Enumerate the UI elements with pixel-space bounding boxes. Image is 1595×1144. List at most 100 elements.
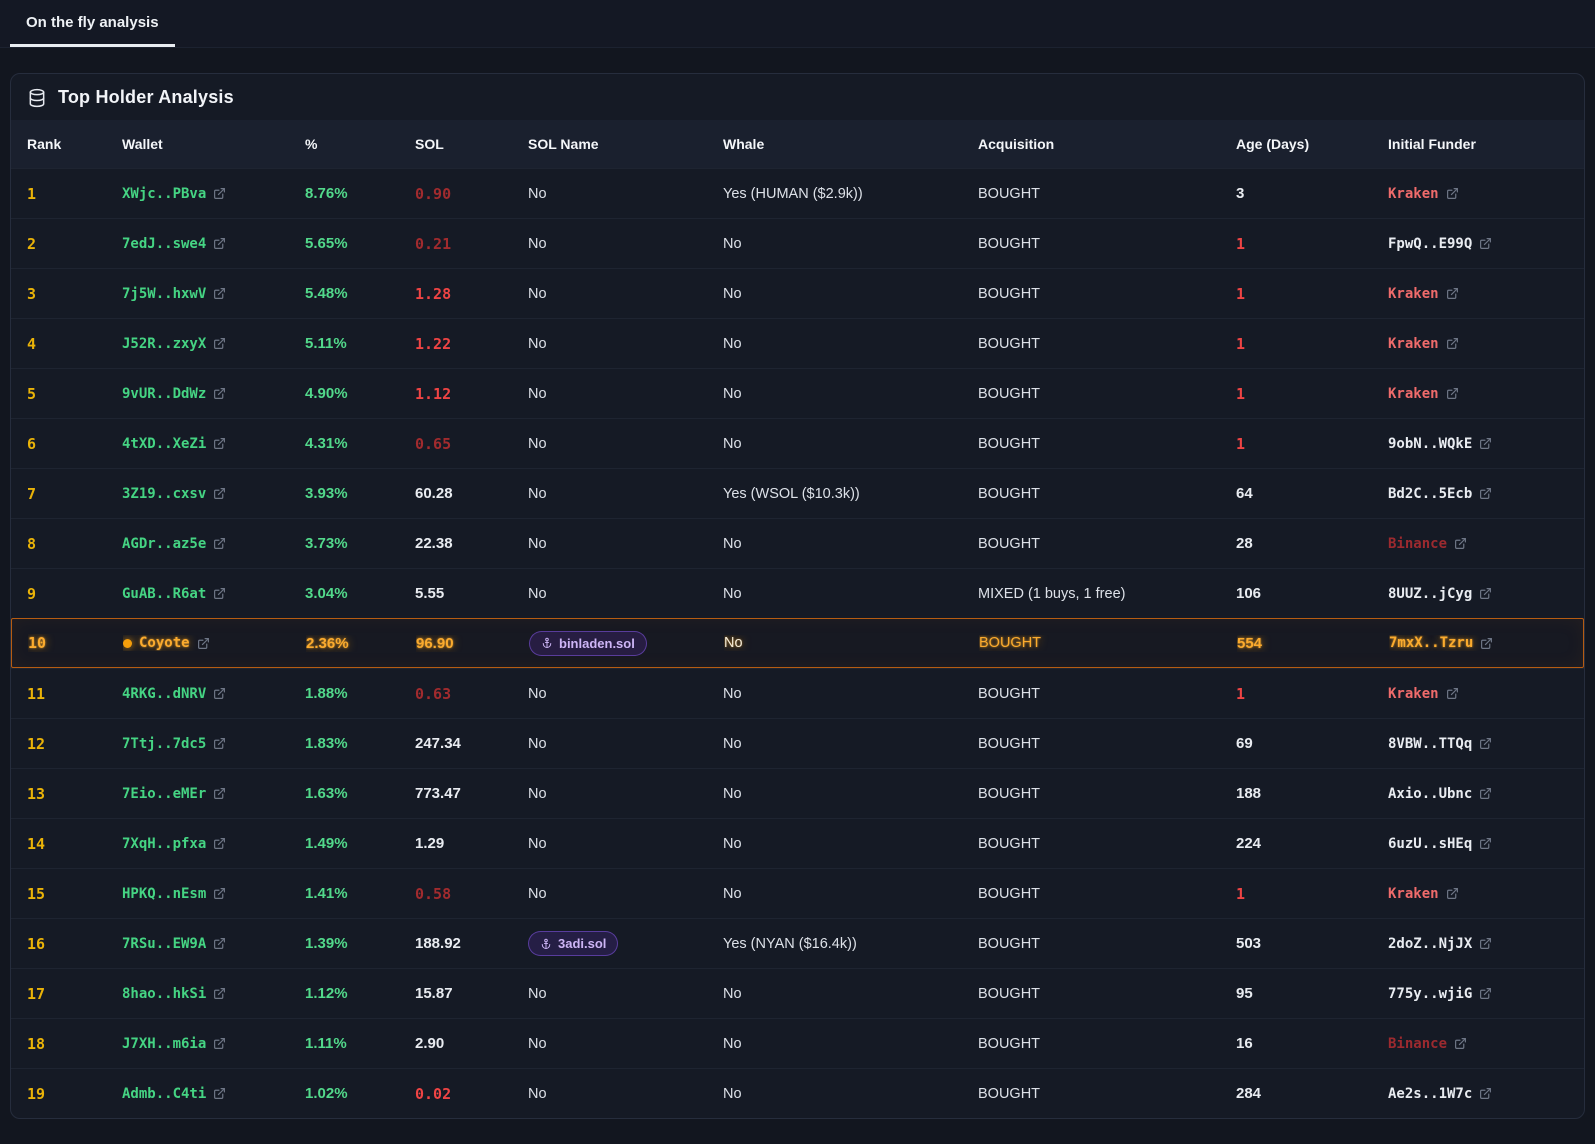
external-link-icon[interactable] [1479, 787, 1492, 800]
initial-funder-link[interactable]: Kraken [1388, 336, 1568, 352]
external-link-icon[interactable] [213, 937, 226, 950]
table-row[interactable]: 18 J7XH..m6ia 1.11% 2.90 No No BOUGHT 16… [11, 1018, 1584, 1068]
wallet-link[interactable]: 7j5W..hxwV [122, 286, 305, 302]
table-row[interactable]: 9 GuAB..R6at 3.04% 5.55 No No MIXED (1 b… [11, 568, 1584, 618]
table-row[interactable]: 14 7XqH..pfxa 1.49% 1.29 No No BOUGHT 22… [11, 818, 1584, 868]
whale-cell: No [723, 536, 978, 552]
table-row[interactable]: 19 Admb..C4ti 1.02% 0.02 No No BOUGHT 28… [11, 1068, 1584, 1118]
table-row[interactable]: 10 Coyote 2.36% 96.90 binladen.sol [11, 618, 1584, 668]
wallet-link[interactable]: Admb..C4ti [122, 1086, 305, 1102]
external-link-icon[interactable] [1479, 487, 1492, 500]
external-link-icon[interactable] [197, 637, 210, 650]
external-link-icon[interactable] [213, 787, 226, 800]
wallet-link[interactable]: AGDr..az5e [122, 536, 305, 552]
table-row[interactable]: 2 7edJ..swe4 5.65% 0.21 No No BOUGHT 1 F… [11, 218, 1584, 268]
wallet-link[interactable]: GuAB..R6at [122, 586, 305, 602]
initial-funder-link[interactable]: Kraken [1388, 686, 1568, 702]
external-link-icon[interactable] [1446, 287, 1459, 300]
wallet-link[interactable]: 4tXD..XeZi [122, 436, 305, 452]
external-link-icon[interactable] [1446, 187, 1459, 200]
external-link-icon[interactable] [1480, 637, 1493, 650]
initial-funder-link[interactable]: Ae2s..1W7c [1388, 1086, 1568, 1102]
external-link-icon[interactable] [213, 837, 226, 850]
external-link-icon[interactable] [213, 887, 226, 900]
table-row[interactable]: 3 7j5W..hxwV 5.48% 1.28 No No BOUGHT 1 K… [11, 268, 1584, 318]
external-link-icon[interactable] [1479, 237, 1492, 250]
wallet-link[interactable]: J52R..zxyX [122, 336, 305, 352]
external-link-icon[interactable] [1446, 337, 1459, 350]
wallet-link[interactable]: 3Z19..cxsv [122, 486, 305, 502]
external-link-icon[interactable] [213, 537, 226, 550]
external-link-icon[interactable] [213, 437, 226, 450]
external-link-icon[interactable] [1479, 437, 1492, 450]
initial-funder-link[interactable]: 8UUZ..jCyg [1388, 586, 1568, 602]
table-row[interactable]: 8 AGDr..az5e 3.73% 22.38 No No BOUGHT 28… [11, 518, 1584, 568]
external-link-icon[interactable] [213, 1037, 226, 1050]
table-row[interactable]: 4 J52R..zxyX 5.11% 1.22 No No BOUGHT 1 K… [11, 318, 1584, 368]
external-link-icon[interactable] [1446, 687, 1459, 700]
external-link-icon[interactable] [213, 287, 226, 300]
wallet-link[interactable]: 7edJ..swe4 [122, 236, 305, 252]
initial-funder-link[interactable]: 2doZ..NjJX [1388, 936, 1568, 952]
external-link-icon[interactable] [1454, 1037, 1467, 1050]
wallet-link[interactable]: 7Eio..eMEr [122, 786, 305, 802]
external-link-icon[interactable] [1479, 937, 1492, 950]
external-link-icon[interactable] [213, 687, 226, 700]
table-row[interactable]: 16 7RSu..EW9A 1.39% 188.92 3adi.sol [11, 918, 1584, 968]
initial-funder-link[interactable]: 6uzU..sHEq [1388, 836, 1568, 852]
external-link-icon[interactable] [1479, 837, 1492, 850]
tab-on-the-fly-analysis[interactable]: On the fly analysis [10, 0, 175, 47]
table-row[interactable]: 1 XWjc..PBva 8.76% 0.90 No Yes (HUMAN ($… [11, 168, 1584, 218]
table-row[interactable]: 5 9vUR..DdWz 4.90% 1.12 No No BOUGHT 1 K… [11, 368, 1584, 418]
external-link-icon[interactable] [1446, 887, 1459, 900]
wallet-link[interactable]: HPKQ..nEsm [122, 886, 305, 902]
external-link-icon[interactable] [213, 337, 226, 350]
table-row[interactable]: 12 7Ttj..7dc5 1.83% 247.34 No No BOUGHT … [11, 718, 1584, 768]
initial-funder-link[interactable]: Kraken [1388, 186, 1568, 202]
wallet-link[interactable]: 7Ttj..7dc5 [122, 736, 305, 752]
sol-name-badge[interactable]: 3adi.sol [528, 931, 618, 956]
initial-funder-link[interactable]: 8VBW..TTQq [1388, 736, 1568, 752]
wallet-link[interactable]: 9vUR..DdWz [122, 386, 305, 402]
external-link-icon[interactable] [213, 987, 226, 1000]
initial-funder-link[interactable]: FpwQ..E99Q [1388, 236, 1568, 252]
initial-funder-link[interactable]: Kraken [1388, 286, 1568, 302]
wallet-link[interactable]: 8hao..hkSi [122, 986, 305, 1002]
wallet-link[interactable]: 4RKG..dNRV [122, 686, 305, 702]
initial-funder-link[interactable]: 9obN..WQkE [1388, 436, 1568, 452]
initial-funder-link[interactable]: Axio..Ubnc [1388, 786, 1568, 802]
initial-funder-link[interactable]: Kraken [1388, 386, 1568, 402]
initial-funder-link[interactable]: Kraken [1388, 886, 1568, 902]
external-link-icon[interactable] [213, 587, 226, 600]
external-link-icon[interactable] [1479, 987, 1492, 1000]
external-link-icon[interactable] [213, 187, 226, 200]
external-link-icon[interactable] [1454, 537, 1467, 550]
external-link-icon[interactable] [1479, 587, 1492, 600]
external-link-icon[interactable] [213, 487, 226, 500]
sol-name-badge[interactable]: binladen.sol [529, 631, 647, 656]
table-row[interactable]: 7 3Z19..cxsv 3.93% 60.28 No Yes (WSOL ($… [11, 468, 1584, 518]
funder-address: Binance [1388, 1036, 1447, 1052]
external-link-icon[interactable] [213, 237, 226, 250]
wallet-link[interactable]: XWjc..PBva [122, 186, 305, 202]
table-row[interactable]: 15 HPKQ..nEsm 1.41% 0.58 No No BOUGHT 1 … [11, 868, 1584, 918]
initial-funder-link[interactable]: 7mxX..Tzru [1389, 635, 1567, 651]
table-row[interactable]: 6 4tXD..XeZi 4.31% 0.65 No No BOUGHT 1 9… [11, 418, 1584, 468]
initial-funder-link[interactable]: Bd2C..5Ecb [1388, 486, 1568, 502]
table-row[interactable]: 17 8hao..hkSi 1.12% 15.87 No No BOUGHT 9… [11, 968, 1584, 1018]
wallet-link[interactable]: J7XH..m6ia [122, 1036, 305, 1052]
table-row[interactable]: 13 7Eio..eMEr 1.63% 773.47 No No BOUGHT … [11, 768, 1584, 818]
wallet-link[interactable]: Coyote [123, 635, 306, 651]
external-link-icon[interactable] [1479, 737, 1492, 750]
table-row[interactable]: 11 4RKG..dNRV 1.88% 0.63 No No BOUGHT 1 … [11, 668, 1584, 718]
external-link-icon[interactable] [1479, 1087, 1492, 1100]
initial-funder-link[interactable]: 775y..wjiG [1388, 986, 1568, 1002]
initial-funder-link[interactable]: Binance [1388, 536, 1568, 552]
external-link-icon[interactable] [213, 387, 226, 400]
external-link-icon[interactable] [1446, 387, 1459, 400]
initial-funder-link[interactable]: Binance [1388, 1036, 1568, 1052]
external-link-icon[interactable] [213, 737, 226, 750]
external-link-icon[interactable] [213, 1087, 226, 1100]
wallet-link[interactable]: 7RSu..EW9A [122, 936, 305, 952]
wallet-link[interactable]: 7XqH..pfxa [122, 836, 305, 852]
